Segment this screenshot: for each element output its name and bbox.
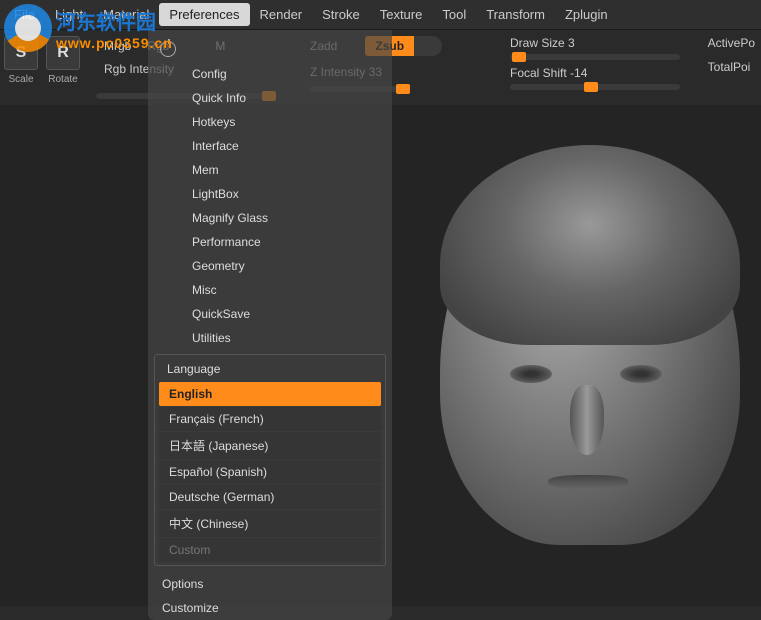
menu-tool[interactable]: Tool [432, 3, 476, 26]
pref-interface[interactable]: Interface [148, 134, 392, 158]
mrgb-toggle[interactable]: Mrgb [96, 36, 139, 56]
lang-spanish[interactable]: Español (Spanish) [159, 460, 381, 484]
focal-shift-knob[interactable] [584, 82, 598, 92]
menu-zplugin[interactable]: Zplugin [555, 3, 618, 26]
pref-options[interactable]: Options [148, 572, 392, 596]
menu-stroke[interactable]: Stroke [312, 3, 370, 26]
rotate-button[interactable]: R Rotate [46, 36, 80, 85]
refresh-icon[interactable] [160, 41, 176, 57]
language-panel: Language English Français (French) 日本語 (… [154, 354, 386, 566]
rotate-icon: R [46, 36, 80, 70]
pref-utilities[interactable]: Utilities [148, 326, 392, 350]
menu-material[interactable]: Material [93, 3, 159, 26]
menu-light[interactable]: Light [45, 3, 93, 26]
active-points-label: ActivePo [708, 36, 755, 50]
pref-lightbox[interactable]: LightBox [148, 182, 392, 206]
pref-geometry[interactable]: Geometry [148, 254, 392, 278]
total-points-label: TotalPoi [708, 60, 755, 74]
pref-mem[interactable]: Mem [148, 158, 392, 182]
draw-size-label: Draw Size 3 [510, 36, 680, 50]
preferences-dropdown: Config Quick Info Hotkeys Interface Mem … [148, 30, 392, 620]
scale-button[interactable]: S Scale [4, 36, 38, 85]
lang-custom[interactable]: Custom [159, 538, 381, 562]
pref-config[interactable]: Config [148, 62, 392, 86]
menu-file[interactable]: File [4, 3, 45, 26]
sculpt-model[interactable] [420, 105, 760, 605]
draw-size-knob[interactable] [512, 52, 526, 62]
menu-preferences[interactable]: Preferences [159, 3, 249, 26]
scale-icon: S [4, 36, 38, 70]
menu-texture[interactable]: Texture [370, 3, 433, 26]
pref-quicksave[interactable]: QuickSave [148, 302, 392, 326]
z-intensity-knob[interactable] [396, 84, 410, 94]
draw-size-slider[interactable] [510, 54, 680, 60]
menu-render[interactable]: Render [250, 3, 313, 26]
language-header[interactable]: Language [157, 357, 383, 381]
lang-japanese[interactable]: 日本語 (Japanese) [159, 432, 381, 459]
pref-performance[interactable]: Performance [148, 230, 392, 254]
menu-transform[interactable]: Transform [476, 3, 555, 26]
zsub-tail [414, 36, 442, 56]
lang-chinese[interactable]: 中文 (Chinese) [159, 510, 381, 537]
focal-shift-label: Focal Shift -14 [510, 66, 680, 80]
pref-magnify-glass[interactable]: Magnify Glass [148, 206, 392, 230]
pref-quick-info[interactable]: Quick Info [148, 86, 392, 110]
focal-shift-slider[interactable] [510, 84, 680, 90]
lang-french[interactable]: Français (French) [159, 407, 381, 431]
pref-customize[interactable]: Customize [148, 596, 392, 620]
lang-german[interactable]: Deutsche (German) [159, 485, 381, 509]
scale-label: Scale [8, 74, 33, 85]
lang-english[interactable]: English [159, 382, 381, 406]
pref-hotkeys[interactable]: Hotkeys [148, 110, 392, 134]
menubar: File Light Material Preferences Render S… [0, 0, 761, 30]
rotate-label: Rotate [48, 74, 77, 85]
pref-misc[interactable]: Misc [148, 278, 392, 302]
